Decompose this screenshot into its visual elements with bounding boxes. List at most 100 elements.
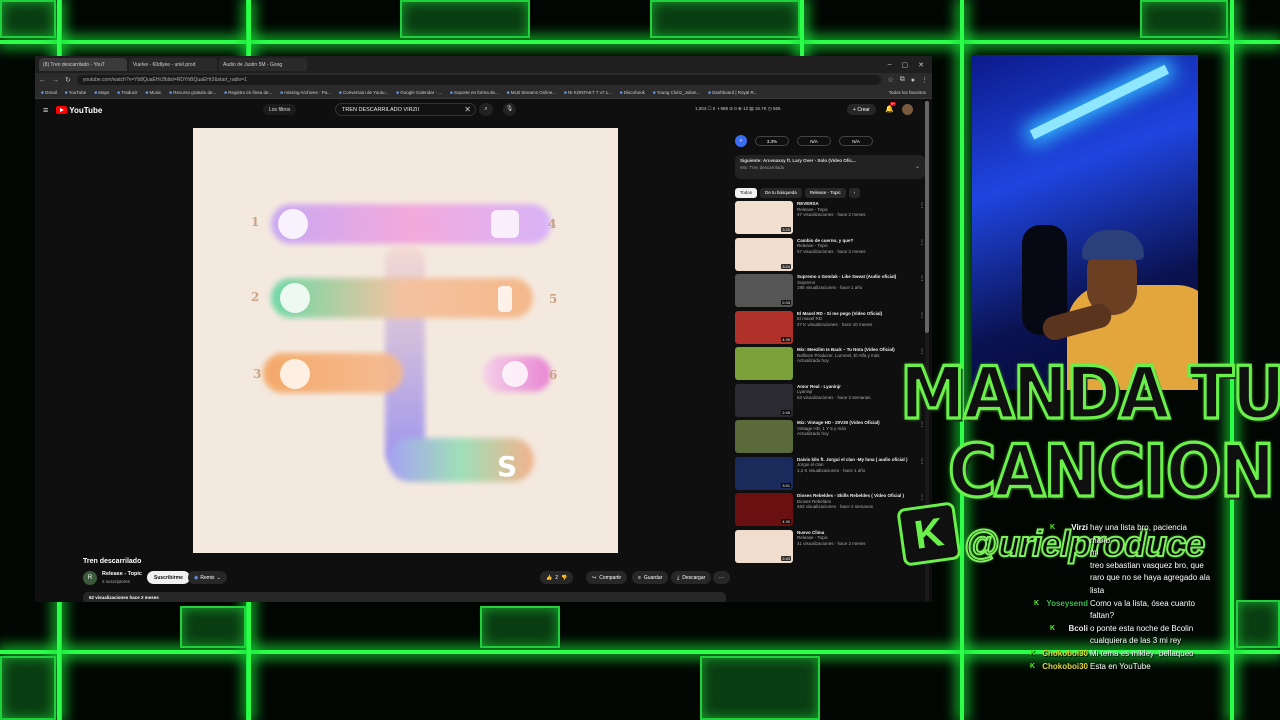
chip-from-search[interactable]: De tu búsqueda bbox=[760, 188, 802, 198]
recommendation-item[interactable]: Mix: Meezlim Is Back – Tu Nota (Video Of… bbox=[735, 347, 925, 384]
bookmark[interactable]: MLB Streams Online... bbox=[507, 90, 556, 95]
browser-tab[interactable]: (8) Tren descarrilado - YouT bbox=[39, 58, 127, 71]
bookmark[interactable]: Maps bbox=[94, 90, 109, 95]
minimize-icon[interactable]: – bbox=[888, 61, 892, 69]
video-thumbnail[interactable]: 2:43 bbox=[735, 529, 793, 563]
recommendation-item[interactable]: Mix: Vintage HD - 20V30 (Video Oficial) V… bbox=[735, 420, 925, 457]
duration-badge: 4:30 bbox=[781, 519, 791, 524]
search-icon[interactable]: ⌕ bbox=[479, 103, 493, 116]
browser-tab[interactable]: Audio de Justin 5M - Goog bbox=[219, 58, 307, 71]
channel-name[interactable]: Release - Topic bbox=[102, 571, 142, 577]
bookmark[interactable]: Conversion de Youtu... bbox=[339, 90, 388, 95]
bookmark[interactable]: Google Calendar - ... bbox=[396, 90, 442, 95]
bookmark[interactable]: Young Cluhz_Julian... bbox=[653, 90, 700, 95]
chip-release-topic[interactable]: Release - Topic bbox=[804, 188, 846, 198]
video-thumbnail[interactable]: 2:45 bbox=[735, 383, 793, 417]
bookmark[interactable]: YouTube bbox=[65, 90, 87, 95]
url-input[interactable]: youtube.com/watch?v=Yb8QuaEHr2lblist=RDY… bbox=[76, 75, 882, 85]
clear-icon[interactable]: ✕ bbox=[464, 105, 471, 114]
thumbs-down-icon[interactable]: 👎 bbox=[561, 575, 567, 581]
kick-badge-icon: K bbox=[1030, 649, 1036, 657]
video-thumbnail[interactable]: 3:24 bbox=[735, 237, 793, 271]
like-count: 2 bbox=[555, 574, 559, 581]
video-player[interactable]: S 1 2 3 4 5 6 bbox=[193, 128, 618, 553]
bookmark[interactable]: Soporte en forma de... bbox=[450, 90, 499, 95]
chevron-down-icon[interactable]: ⌄ bbox=[915, 163, 920, 170]
mic-icon[interactable]: 🎙 bbox=[503, 103, 516, 116]
video-thumbnail[interactable]: 4:39 bbox=[735, 310, 793, 344]
stats-icon[interactable]: + bbox=[735, 134, 747, 147]
chip-all[interactable]: Todos bbox=[735, 188, 758, 198]
album-artwork: S bbox=[263, 204, 551, 483]
chat-username[interactable]: Virzi bbox=[1071, 522, 1088, 535]
glyph-circle bbox=[280, 283, 310, 313]
chat-message: faltan? bbox=[1030, 610, 1240, 623]
video-thumbnail[interactable]: 3:51 bbox=[735, 456, 793, 490]
video-thumbnail[interactable] bbox=[735, 347, 793, 380]
all-bookmarks[interactable]: Todos los favoritos bbox=[889, 90, 932, 95]
recommendation-item[interactable]: 2:33 Supremo x Gemlak - Like Sweat (Audio… bbox=[735, 274, 925, 311]
video-thumbnail[interactable]: 4:30 bbox=[735, 493, 793, 526]
back-icon[interactable]: ← bbox=[39, 77, 46, 84]
hamburger-menu-icon[interactable]: ≡ bbox=[43, 105, 48, 115]
chat-username[interactable]: Yoseysend bbox=[1046, 598, 1088, 611]
search-input[interactable]: TREN DESCARRILADO VIRZII ✕ bbox=[335, 103, 476, 116]
maximize-icon[interactable]: ▢ bbox=[902, 61, 909, 69]
filters-button[interactable]: Los filtros bbox=[263, 104, 297, 115]
bookmark[interactable]: Registro en línea de... bbox=[224, 90, 272, 95]
share-button[interactable]: ↪ Compartir bbox=[586, 571, 628, 584]
chevron-right-icon[interactable]: › bbox=[848, 188, 861, 198]
close-icon[interactable]: ✕ bbox=[918, 61, 924, 69]
star-icon[interactable]: ☆ bbox=[887, 76, 893, 84]
bookmark[interactable]: missing Archives - Pa... bbox=[280, 90, 331, 95]
glyph-s: S bbox=[497, 450, 517, 483]
more-actions-button[interactable]: ··· bbox=[713, 571, 730, 584]
description-box[interactable]: 62 visualizaciones hace 2 meses bbox=[83, 592, 726, 602]
video-thumbnail[interactable]: 2:33 bbox=[735, 274, 793, 307]
address-bar: ← → ↻ youtube.com/watch?v=Yb8QuaEHr2lbli… bbox=[35, 73, 932, 87]
video-thumbnail[interactable]: 3:20 bbox=[735, 201, 793, 234]
bookmark[interactable]: Dashboard | Royal R... bbox=[708, 90, 757, 95]
recommendation-item[interactable]: 3:24 Cambio de cuerno, y que? Release - To… bbox=[735, 237, 925, 275]
kebab-menu-icon[interactable]: ⋮ bbox=[921, 76, 928, 84]
artwork-number: 1 bbox=[251, 215, 260, 229]
bookmark[interactable]: Discohook bbox=[620, 90, 645, 95]
download-button[interactable]: ⤓ Descargar bbox=[671, 571, 712, 584]
forward-icon[interactable]: → bbox=[52, 77, 59, 84]
remix-button[interactable]: ◉ Remix ⌄ bbox=[188, 571, 227, 584]
like-button[interactable]: 👍 2 👎 bbox=[540, 571, 574, 584]
recommendation-item[interactable]: 3:20 REVERSA Release - Topic 47 visualizaci… bbox=[735, 201, 925, 238]
bookmark[interactable]: Traducir bbox=[117, 90, 137, 95]
bell-icon[interactable]: 🔔 bbox=[885, 105, 894, 113]
scrollbar-thumb[interactable] bbox=[925, 101, 929, 333]
recommendation-item[interactable]: 2:45 Amor Real - Lyaninjr Lyaninjr 63 visua… bbox=[735, 383, 925, 421]
reload-icon[interactable]: ↻ bbox=[65, 76, 71, 84]
recommendation-item[interactable]: 2:43 Nuevo Clima Release - Topic 41 visuali… bbox=[735, 529, 925, 567]
video-thumbnail[interactable] bbox=[735, 420, 793, 453]
bookmark[interactable]: Music bbox=[146, 90, 162, 95]
chat-username[interactable]: Bcoli bbox=[1068, 623, 1088, 636]
extensions-icon[interactable]: ⧉ bbox=[900, 76, 905, 84]
duration-badge: 2:43 bbox=[781, 555, 791, 561]
recommendation-item[interactable]: 3:51 Daivis kilo ft. Jorgui el clan -My l… bbox=[735, 456, 925, 494]
avatar[interactable] bbox=[902, 104, 913, 115]
recommendation-item[interactable]: 4:39 El Maxel RD - Si me pego (Video Ofic… bbox=[735, 310, 925, 348]
bookmark[interactable]: Gmail bbox=[41, 90, 57, 95]
recommendation-views: 195 visualizaciones · hace 1 año bbox=[797, 285, 863, 291]
channel-avatar[interactable]: R bbox=[83, 571, 97, 585]
bookmark[interactable]: Recurso gratuito de... bbox=[169, 90, 216, 95]
bookmark[interactable]: NI KONTAKT 7 v7.1... bbox=[564, 90, 612, 95]
chat-username[interactable]: Chokoboi30 bbox=[1042, 648, 1088, 661]
browser-tab[interactable]: Vuelve - 60dlyee - uriel.prod bbox=[129, 58, 217, 71]
recommendation-item[interactable]: 4:30 Dioses Rebeldes - Skills Rebeldes ( … bbox=[735, 493, 925, 530]
chat-text: mano bbox=[1090, 535, 1111, 545]
up-next-box[interactable]: Siguiente: Arcenaxxy ft. Lary Over - Sol… bbox=[735, 155, 925, 179]
youtube-logo[interactable]: YouTube bbox=[56, 106, 102, 115]
up-next-title: Siguiente: Arcenaxxy ft. Lary Over - Sol… bbox=[740, 158, 856, 163]
save-button[interactable]: ≡ Guardar bbox=[632, 571, 669, 584]
chat-username[interactable]: Chokoboi30 bbox=[1042, 661, 1088, 674]
create-button[interactable]: + Crear bbox=[847, 104, 876, 115]
subscribe-button[interactable]: Suscribirme bbox=[147, 571, 190, 584]
chat-text: o ponte esta noche de Bcolin bbox=[1090, 623, 1194, 633]
profile-icon[interactable]: ● bbox=[911, 77, 915, 84]
